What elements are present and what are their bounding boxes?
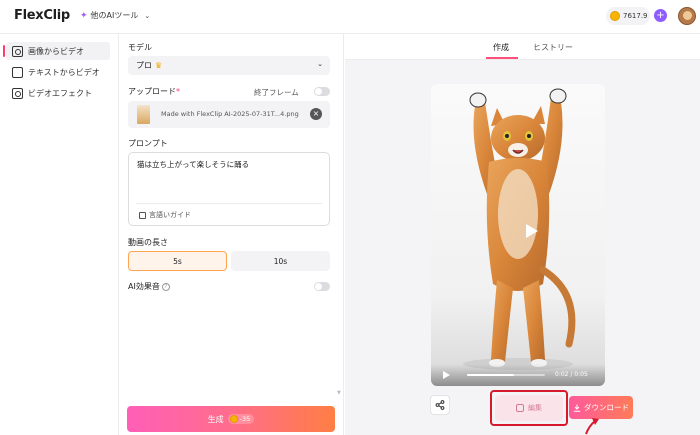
model-select[interactable]: プロ ♛ ⌄ xyxy=(128,56,330,75)
prompt-label: プロンプト xyxy=(128,139,168,148)
add-credits-button[interactable]: + xyxy=(654,9,667,22)
credits-badge[interactable]: 7617.9 xyxy=(606,7,650,25)
sidebar-item-label: ビデオエフェクト xyxy=(28,88,92,98)
download-icon xyxy=(573,404,581,412)
settings-panel: モデル プロ ♛ ⌄ アップロード* 終了フレーム Made with Flex… xyxy=(119,34,344,435)
edit-icon xyxy=(516,404,524,412)
flexclip-logo[interactable]: FlexClip xyxy=(14,8,70,23)
sidebar: 画像からビデオ テキストからビデオ ビデオエフェクト xyxy=(0,34,119,435)
generate-cost: -35 xyxy=(239,415,251,423)
credits-value: 7617.9 xyxy=(623,12,648,20)
tab-history[interactable]: ヒストリー xyxy=(533,42,573,53)
video-progress-fill xyxy=(467,374,514,376)
sparkle-icon: ✦ xyxy=(80,10,88,21)
share-icon xyxy=(435,400,445,410)
uploaded-thumbnail xyxy=(137,105,150,124)
generate-cost-badge: -35 xyxy=(227,414,255,424)
edit-label: 編集 xyxy=(528,404,542,412)
coin-icon xyxy=(229,415,238,423)
video-progress-bar[interactable] xyxy=(467,374,545,376)
avatar[interactable] xyxy=(678,7,696,25)
ai-sound-label: AI効果音? xyxy=(128,281,170,292)
prompt-divider xyxy=(136,203,322,204)
help-icon[interactable]: ? xyxy=(161,282,170,291)
required-mark: * xyxy=(176,87,180,96)
duration-10s-button[interactable]: 10s xyxy=(231,251,330,271)
video-time: 0:02 / 0:05 xyxy=(555,371,588,378)
sidebar-item-label: 画像からビデオ xyxy=(28,46,84,56)
preview-tabs: 作成 ヒストリー xyxy=(345,34,700,60)
end-frame-label: 終了フレーム xyxy=(254,88,299,97)
sidebar-item-image-to-video[interactable]: 画像からビデオ xyxy=(3,42,110,60)
ai-sound-toggle[interactable] xyxy=(314,282,330,291)
remove-file-button[interactable]: × xyxy=(310,108,322,120)
image-video-icon xyxy=(12,45,23,57)
duration-5s-button[interactable]: 5s xyxy=(128,251,227,271)
active-tab-indicator xyxy=(486,57,518,59)
preview-area: 作成 ヒストリー 0:02 / 0:05 編集 ダウンロード xyxy=(345,34,700,435)
share-button[interactable] xyxy=(430,395,450,415)
generate-label: 生成 xyxy=(207,414,224,424)
upload-label-text: アップロード xyxy=(128,87,176,96)
edit-button[interactable]: 編集 xyxy=(495,395,563,421)
sidebar-item-text-to-video[interactable]: テキストからビデオ xyxy=(6,63,110,81)
uploaded-filename: Made with FlexClip AI-2025-07-31T...4.pn… xyxy=(161,110,299,118)
text-video-icon xyxy=(12,66,23,78)
generate-button[interactable]: 生成 -35 xyxy=(127,406,335,432)
play-icon[interactable] xyxy=(443,371,450,379)
chevron-down-icon: ⌄ xyxy=(317,60,323,68)
video-effect-icon xyxy=(12,87,23,99)
top-header: FlexClip ✦ 他のAIツール ⌄ 7617.9 + xyxy=(0,0,700,34)
sidebar-item-video-effect[interactable]: ビデオエフェクト xyxy=(6,84,110,102)
prompt-guide-button[interactable]: 言語いガイド xyxy=(139,210,191,220)
upload-label: アップロード* xyxy=(128,86,180,97)
duration-label: 動画の長さ xyxy=(128,238,168,247)
prompt-text[interactable]: 猫は立ち上がって楽しそうに踊る xyxy=(137,159,249,170)
sidebar-item-label: テキストからビデオ xyxy=(28,67,100,77)
video-controls: 0:02 / 0:05 xyxy=(431,364,605,386)
scroll-down-icon[interactable]: ▼ xyxy=(337,390,341,396)
end-frame-toggle[interactable] xyxy=(314,87,330,96)
coin-icon xyxy=(610,11,620,21)
crown-icon: ♛ xyxy=(155,61,163,70)
model-value: プロ xyxy=(136,61,152,70)
ai-sound-label-text: AI効果音 xyxy=(128,282,160,291)
model-label: モデル xyxy=(128,43,152,52)
uploaded-file[interactable]: Made with FlexClip AI-2025-07-31T...4.pn… xyxy=(128,101,330,128)
book-icon xyxy=(139,211,146,219)
video-player[interactable]: 0:02 / 0:05 xyxy=(431,84,605,386)
ai-tools-menu[interactable]: ✦ 他のAIツール ⌄ xyxy=(80,10,150,21)
guide-label: 言語いガイド xyxy=(149,211,191,219)
tab-create[interactable]: 作成 xyxy=(493,42,509,53)
annotation-arrow-icon xyxy=(585,418,599,435)
play-overlay-icon[interactable] xyxy=(526,224,538,238)
ai-tools-label: 他のAIツール xyxy=(90,11,139,20)
prompt-textarea[interactable]: 猫は立ち上がって楽しそうに踊る 言語いガイド xyxy=(128,152,330,226)
cat-video-frame xyxy=(463,88,576,370)
download-label: ダウンロード xyxy=(584,403,629,412)
chevron-down-icon: ⌄ xyxy=(144,11,151,20)
